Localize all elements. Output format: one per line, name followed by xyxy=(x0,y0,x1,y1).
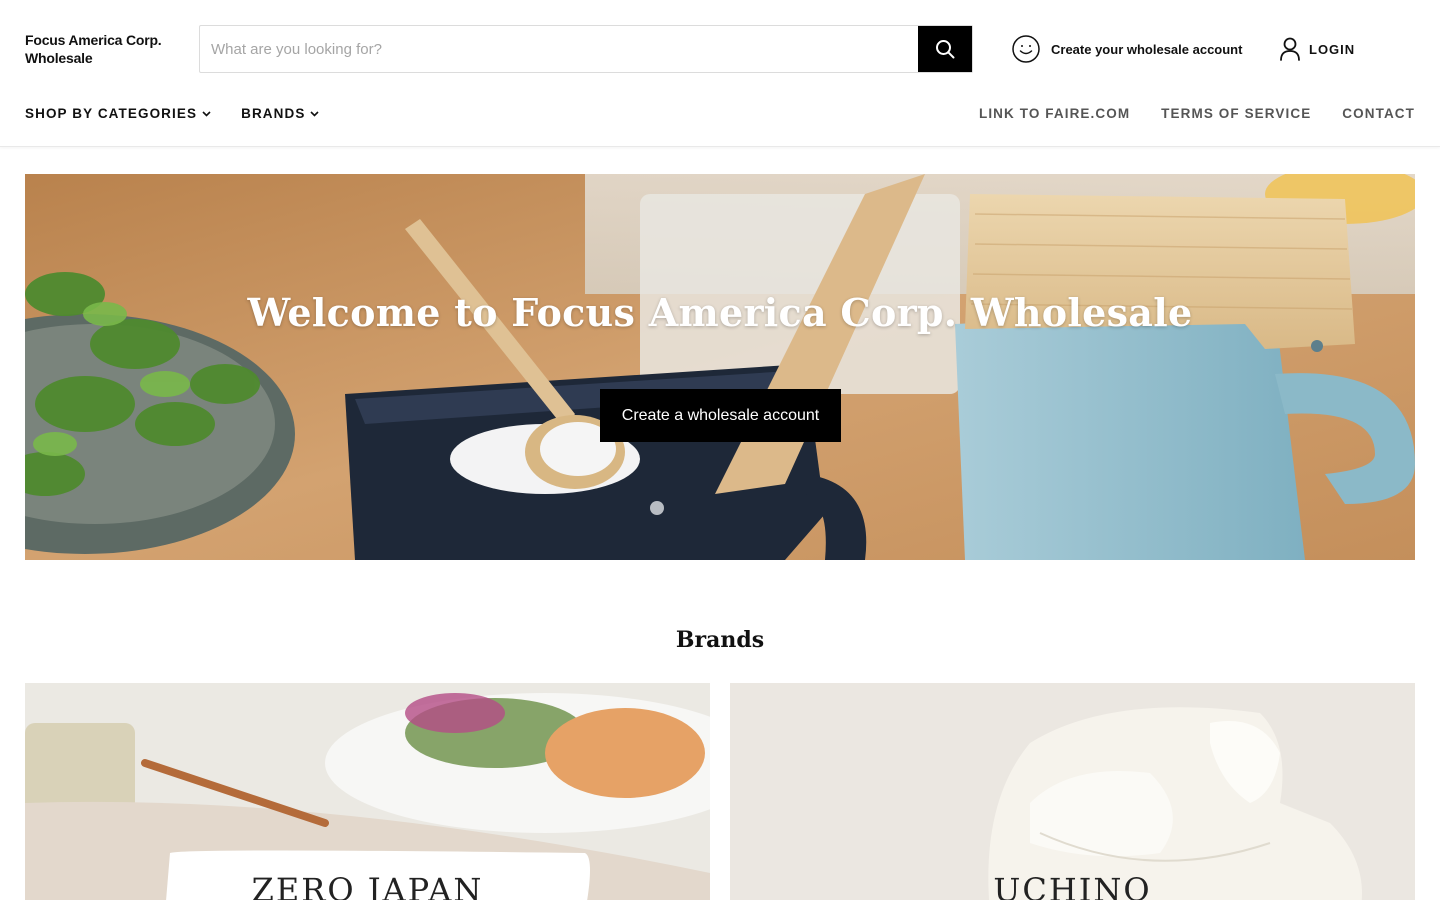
brands-section-title: Brands xyxy=(675,627,765,653)
chevron-down-icon xyxy=(310,110,320,117)
create-account-label: Create your wholesale account xyxy=(1051,41,1243,57)
secondary-nav: LINK TO FAIRE.COM TERMS OF SERVICE CONTA… xyxy=(948,106,1415,121)
site-header: Focus America Corp. Wholesale Create you… xyxy=(0,0,1440,147)
create-wholesale-account-button[interactable]: Create a wholesale account xyxy=(600,389,841,442)
nav-brands[interactable]: BRANDS xyxy=(241,106,320,121)
brand-label: UCHINO xyxy=(993,871,1152,900)
brand-image xyxy=(25,683,710,900)
brand-label: ZERO JAPAN xyxy=(251,871,484,900)
nav-shop-by-categories[interactable]: SHOP BY CATEGORIES xyxy=(25,106,211,121)
search-bar xyxy=(199,25,973,73)
main-nav: SHOP BY CATEGORIES BRANDS xyxy=(25,106,349,121)
nav-item-label: SHOP BY CATEGORIES xyxy=(25,106,198,121)
create-account-link[interactable]: Create your wholesale account xyxy=(1011,34,1242,64)
brand-image xyxy=(730,683,1415,900)
hero-banner: Welcome to Focus America Corp. Wholesale… xyxy=(25,174,1415,560)
site-logo[interactable]: Focus America Corp. Wholesale xyxy=(25,31,185,67)
search-button[interactable] xyxy=(918,26,972,72)
search-input[interactable] xyxy=(200,26,919,72)
nav-link-faire[interactable]: LINK TO FAIRE.COM xyxy=(979,106,1130,121)
chevron-down-icon xyxy=(202,110,211,117)
brand-card-uchino[interactable]: UCHINO xyxy=(730,683,1415,900)
hero-image xyxy=(25,174,1415,560)
hero-title: Welcome to Focus America Corp. Wholesale xyxy=(247,290,1193,335)
nav-link-contact[interactable]: CONTACT xyxy=(1342,106,1415,121)
user-icon xyxy=(1280,37,1300,61)
login-label: LOGIN xyxy=(1309,41,1356,57)
login-link[interactable]: LOGIN xyxy=(1279,35,1355,63)
nav-link-terms[interactable]: TERMS OF SERVICE xyxy=(1161,106,1311,121)
search-icon xyxy=(936,40,955,59)
brand-card-zero-japan[interactable]: ZERO JAPAN xyxy=(25,683,710,900)
nav-item-label: BRANDS xyxy=(241,106,306,121)
smiley-icon xyxy=(1012,35,1040,63)
